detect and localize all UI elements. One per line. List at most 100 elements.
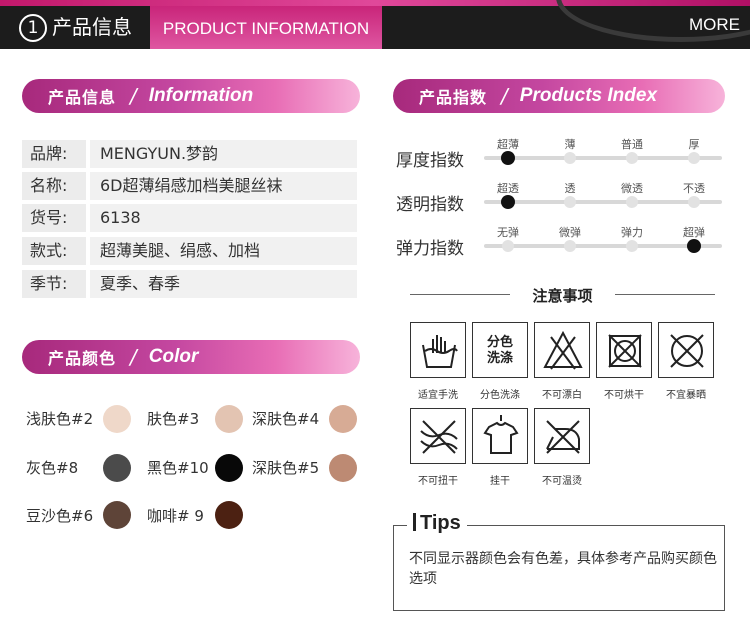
tips-heading: Tips — [407, 512, 467, 535]
color-heading-en: Color — [148, 346, 199, 367]
more-link[interactable]: MORE — [689, 15, 740, 35]
index-heading: 产品指数 / Products Index — [393, 79, 725, 113]
care-caption: 不宜暴晒 — [666, 390, 706, 401]
info-value: MENGYUN.梦韵 — [90, 140, 357, 168]
care-title-text: 注意事项 — [532, 287, 593, 305]
index-dot — [688, 152, 700, 164]
info-label: 品牌: — [22, 140, 86, 168]
swatch-label: 深肤色#4 — [252, 410, 320, 428]
index-tick-label: 微透 — [621, 182, 643, 195]
info-label: 货号: — [22, 204, 86, 232]
index-dot — [688, 196, 700, 208]
care-caption: 不可温烫 — [542, 476, 582, 487]
color-heading: 产品颜色 / Color — [22, 340, 360, 374]
swatch-label: 灰色#8 — [26, 459, 79, 477]
swatch-label: 咖啡# 9 — [147, 507, 204, 525]
index-title: 透明指数 — [396, 195, 464, 215]
index-title: 弹力指数 — [396, 239, 464, 259]
color-heading-slash: / — [130, 345, 137, 369]
separate-wash-label-bottom: 洗涤 — [486, 351, 513, 366]
index-dot — [502, 240, 514, 252]
color-swatch[interactable] — [103, 501, 131, 529]
index-tick-label: 弹力 — [621, 226, 643, 239]
info-value: 6138 — [90, 204, 357, 232]
color-swatch[interactable] — [215, 454, 243, 482]
swatch-label: 肤色#3 — [147, 410, 200, 428]
info-row: 货号: 6138 — [22, 204, 357, 232]
swatch-label: 深肤色#5 — [252, 459, 320, 477]
info-heading-en: Information — [148, 85, 254, 106]
header-title-en: PRODUCT INFORMATION — [150, 6, 382, 49]
care-caption: 分色洗涤 — [480, 390, 520, 401]
color-swatch[interactable] — [329, 405, 357, 433]
color-swatch[interactable] — [103, 454, 131, 482]
index-track — [484, 156, 722, 160]
index-tick-label: 厚 — [688, 138, 700, 151]
index-dot-selected — [501, 151, 515, 165]
index-tick-label: 超弹 — [683, 226, 705, 239]
separate-wash-label-top: 分色 — [486, 335, 513, 350]
index-tick-label: 不透 — [683, 182, 705, 195]
index-tick-label: 透 — [564, 182, 576, 195]
info-value: 夏季、春季 — [90, 270, 357, 298]
care-caption: 挂干 — [490, 476, 510, 487]
section-number: 1 — [19, 14, 47, 42]
index-dot — [564, 196, 576, 208]
info-heading-cn: 产品信息 — [48, 88, 117, 107]
info-label: 名称: — [22, 172, 86, 200]
info-value: 6D超薄绢感加档美腿丝袜 — [90, 172, 357, 200]
top-header: 1 产品信息 PRODUCT INFORMATION MORE — [0, 0, 750, 49]
tips-bar — [413, 513, 416, 531]
care-title-line-right — [615, 294, 715, 295]
index-dot — [626, 196, 638, 208]
info-heading-slash: / — [130, 84, 137, 108]
no-bleach-icon — [534, 322, 590, 378]
index-dot — [564, 152, 576, 164]
index-tick-label: 微弹 — [559, 226, 581, 239]
swatch-label: 浅肤色#2 — [26, 410, 94, 428]
color-swatch[interactable] — [215, 501, 243, 529]
info-row: 季节: 夏季、春季 — [22, 270, 357, 298]
index-tick-label: 普通 — [621, 138, 643, 151]
color-heading-cn: 产品颜色 — [48, 349, 117, 368]
info-value: 超薄美腿、绢感、加档 — [90, 237, 357, 265]
hand-wash-icon — [410, 322, 466, 378]
care-caption: 不可烘干 — [604, 390, 644, 401]
care-caption: 不可漂白 — [542, 390, 582, 401]
color-swatch[interactable] — [329, 454, 357, 482]
care-caption: 适宜手洗 — [418, 390, 458, 401]
index-dot — [564, 240, 576, 252]
index-tick-label: 超透 — [497, 182, 519, 195]
index-dot — [626, 152, 638, 164]
index-dot — [626, 240, 638, 252]
index-heading-cn: 产品指数 — [419, 88, 488, 107]
care-caption: 不可扭干 — [418, 476, 458, 487]
color-swatch[interactable] — [215, 405, 243, 433]
no-tumble-dry-icon — [596, 322, 652, 378]
no-wring-icon — [410, 408, 466, 464]
swatch-label: 黑色#10 — [147, 459, 209, 477]
info-label: 款式: — [22, 237, 86, 265]
header-title-cn: 产品信息 — [52, 15, 132, 39]
info-label: 季节: — [22, 270, 86, 298]
no-iron-icon — [534, 408, 590, 464]
index-tick-label: 超薄 — [497, 138, 519, 151]
info-heading: 产品信息 / Information — [22, 79, 360, 113]
no-sun-dry-icon — [658, 322, 714, 378]
index-heading-en: Products Index — [519, 85, 658, 106]
index-tick-label: 薄 — [564, 138, 576, 151]
info-row: 品牌: MENGYUN.梦韵 — [22, 140, 357, 168]
tips-title: Tips — [420, 512, 461, 534]
tips-text: 不同显示器颜色会有色差，具体参考产品购买颜色选项 — [409, 551, 717, 587]
index-dot-selected — [687, 239, 701, 253]
care-title: 注意事项 — [410, 285, 715, 305]
info-row: 款式: 超薄美腿、绢感、加档 — [22, 237, 357, 265]
index-track — [484, 200, 722, 204]
index-tick-label: 无弹 — [497, 226, 519, 239]
swatch-label: 豆沙色#6 — [26, 507, 94, 525]
info-row: 名称: 6D超薄绢感加档美腿丝袜 — [22, 172, 357, 200]
index-title: 厚度指数 — [396, 151, 464, 171]
separate-wash-icon: 分色 洗涤 — [472, 322, 528, 378]
index-heading-slash: / — [501, 84, 508, 108]
color-swatch[interactable] — [103, 405, 131, 433]
